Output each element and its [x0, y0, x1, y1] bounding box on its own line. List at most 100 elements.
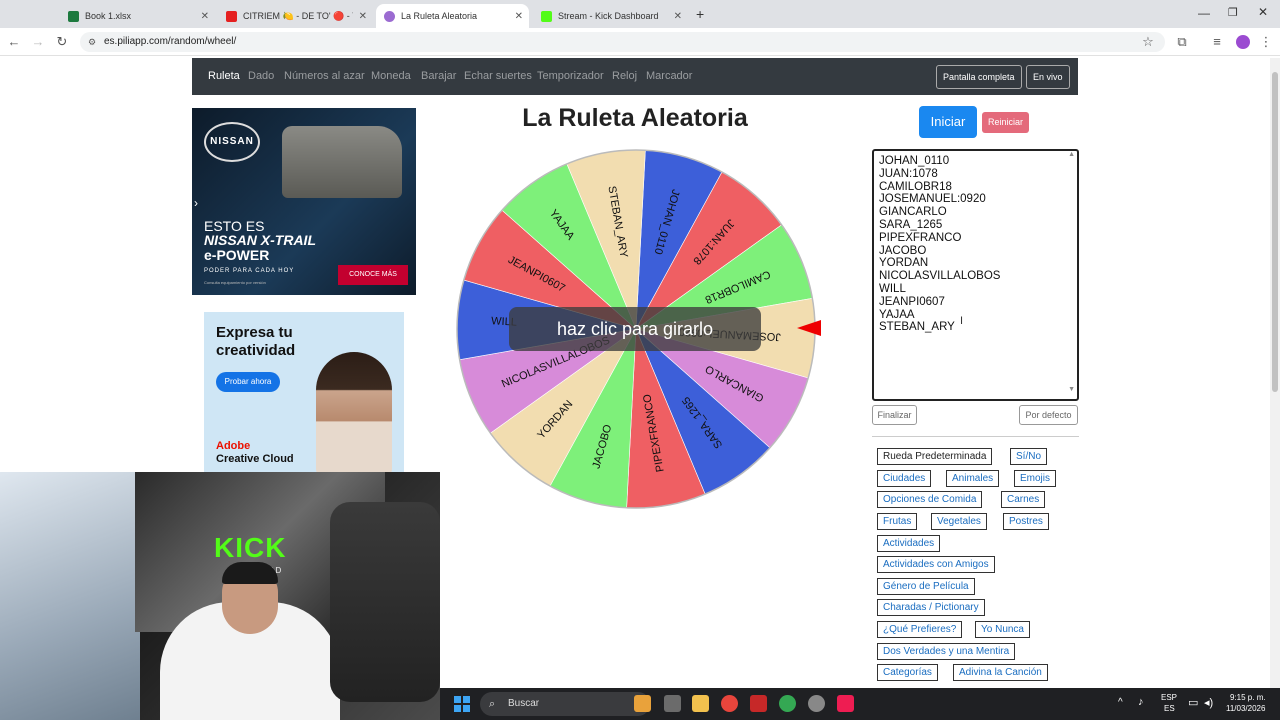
preset-button[interactable]: Carnes	[1001, 491, 1046, 508]
back-icon[interactable]: ←	[6, 34, 22, 50]
name-entry: NICOLASVILLALOBOS	[879, 270, 1001, 283]
names-textarea[interactable]: JOHAN_0110 JUAN:1078 CAMILOBR18 JOSEMANUEL:…	[872, 149, 1079, 401]
preset-button[interactable]: Actividades con Amigos	[877, 556, 995, 573]
ad-banner-nissan[interactable]: NISSAN › ESTO ES NISSAN X-TRAIL e-POWER …	[192, 108, 416, 295]
scroll-up-icon[interactable]: ▲	[1068, 151, 1075, 158]
ad1-cta-button[interactable]: CONOCE MÁS	[338, 265, 408, 285]
page-scrollbar[interactable]	[1270, 58, 1280, 688]
person-image	[316, 352, 392, 477]
nav-reloj[interactable]: Reloj	[612, 70, 637, 82]
preset-button[interactable]: Animales	[946, 470, 1000, 487]
reset-button[interactable]: Reiniciar	[982, 112, 1029, 133]
car-image	[282, 126, 402, 198]
ad1-fineprint: Consulta equipamiento por versión	[204, 280, 266, 285]
preset-button[interactable]: Categorías	[877, 664, 938, 681]
window-close-icon[interactable]: ✕	[1258, 5, 1268, 19]
app2-icon[interactable]	[808, 695, 825, 712]
nav-ruleta[interactable]: Ruleta	[208, 70, 240, 82]
ad1-tagline: PODER PARA CADA HOY	[204, 268, 295, 274]
new-tab-icon[interactable]: +	[696, 6, 704, 22]
preset-button[interactable]: Ciudades	[877, 470, 932, 487]
ad2-cta-button[interactable]: Probar ahora	[216, 372, 280, 392]
tray-chevron-icon[interactable]: ^	[1118, 697, 1123, 708]
chrome-icon[interactable]	[721, 695, 738, 712]
tab-ruleta[interactable]: La Ruleta Aleatoria ✕	[376, 4, 529, 28]
divider	[872, 436, 1079, 437]
forward-icon[interactable]: →	[30, 34, 46, 50]
preset-button[interactable]: Rueda Predeterminada	[877, 448, 993, 465]
spin-overlay-button[interactable]: haz clic para girarlo	[509, 307, 761, 351]
bookmark-star-icon[interactable]: ☆	[1140, 34, 1156, 50]
clock-time[interactable]: 9:15 p. m.	[1230, 693, 1266, 702]
close-icon[interactable]: ✕	[359, 11, 367, 22]
taskbar: ⌕ Buscar ^ ♪ ESP ES ▭ ◂) 9:15 p. m. 11/0…	[440, 688, 1280, 720]
preset-button[interactable]: Postres	[1003, 513, 1049, 530]
nav-dado[interactable]: Dado	[248, 70, 274, 82]
preset-button[interactable]: Vegetales	[931, 513, 987, 530]
close-icon[interactable]: ✕	[674, 11, 682, 22]
extensions-icon[interactable]: ⧉	[1174, 34, 1190, 50]
minimize-icon[interactable]: —	[1198, 6, 1210, 20]
url-text: es.piliapp.com/random/wheel/	[104, 36, 237, 47]
profile-avatar[interactable]	[1236, 35, 1250, 49]
wheel-pointer-icon	[797, 320, 821, 336]
preset-button[interactable]: ¿Qué Prefieres?	[877, 621, 963, 638]
tab-label: CITRIEM 🍋 - DE TO' 🔴 - YouT	[243, 10, 353, 21]
app-icon[interactable]	[750, 695, 767, 712]
lang-primary[interactable]: ESP	[1161, 693, 1177, 702]
close-icon[interactable]: ✕	[515, 11, 523, 22]
fullscreen-button[interactable]: Pantalla completa	[936, 65, 1022, 89]
nav-marcador[interactable]: Marcador	[646, 70, 692, 82]
tab-youtube[interactable]: CITRIEM 🍋 - DE TO' 🔴 - YouT ✕	[218, 4, 373, 28]
name-entry: JUAN:1078	[879, 167, 938, 180]
preset-button[interactable]: Frutas	[877, 513, 918, 530]
site-info-icon[interactable]: ⚙	[88, 32, 96, 52]
wheel-favicon-icon	[384, 10, 395, 22]
scroll-down-icon[interactable]: ▼	[1068, 386, 1075, 393]
menu-icon[interactable]: ⋮	[1258, 34, 1274, 50]
nav-echar-suertes[interactable]: Echar suertes	[464, 70, 532, 82]
preset-button[interactable]: Sí/No	[1010, 448, 1048, 465]
nav-moneda[interactable]: Moneda	[371, 70, 411, 82]
tiktok-icon[interactable]	[837, 695, 854, 712]
start-button[interactable]: Iniciar	[919, 106, 977, 138]
preset-button[interactable]: Género de Película	[877, 578, 975, 595]
nav-numeros[interactable]: Números al azar	[284, 70, 365, 82]
scrollbar-thumb[interactable]	[1272, 72, 1278, 392]
media-icon[interactable]: ≡	[1209, 34, 1225, 50]
wall-panel	[0, 472, 140, 720]
name-entry: SARA_1265	[879, 218, 943, 231]
microphone-icon[interactable]: ♪	[1138, 696, 1144, 708]
default-button[interactable]: Por defecto	[1019, 405, 1078, 425]
windows-start-icon[interactable]	[454, 696, 470, 712]
task-view-icon[interactable]	[664, 695, 681, 712]
name-entry: PIPEXFRANCO	[879, 231, 962, 244]
tab-kick[interactable]: Stream - Kick Dashboard ✕	[533, 4, 688, 28]
search-icon: ⌕	[489, 698, 496, 710]
excel-icon	[68, 10, 79, 22]
nav-temporizador[interactable]: Temporizador	[537, 70, 604, 82]
preset-button[interactable]: Charadas / Pictionary	[877, 599, 985, 616]
volume-icon[interactable]: ◂)	[1204, 696, 1213, 709]
taskbar-search[interactable]: ⌕ Buscar	[480, 692, 650, 716]
close-icon[interactable]: ✕	[201, 11, 209, 22]
url-field[interactable]: ⚙ es.piliapp.com/random/wheel/	[80, 32, 1165, 52]
preset-button[interactable]: Opciones de Comida	[877, 491, 983, 508]
preset-button[interactable]: Adivina la Canción	[953, 664, 1048, 681]
finish-button[interactable]: Finalizar	[872, 405, 917, 425]
preset-button[interactable]: Yo Nunca	[975, 621, 1030, 638]
preset-button[interactable]: Emojis	[1014, 470, 1057, 487]
restore-icon[interactable]: ❐	[1228, 6, 1238, 19]
nav-barajar[interactable]: Barajar	[421, 70, 456, 82]
reload-icon[interactable]: ↻	[54, 34, 70, 50]
chrome-active-icon[interactable]	[779, 695, 796, 712]
live-button[interactable]: En vivo	[1026, 65, 1070, 89]
tab-label: Book 1.xlsx	[85, 11, 132, 21]
network-icon[interactable]: ▭	[1188, 696, 1198, 709]
search-placeholder: Buscar	[508, 698, 540, 709]
ad-banner-adobe[interactable]: Expresa tu creatividad Probar ahora Adob…	[204, 312, 404, 477]
file-explorer-icon[interactable]	[692, 695, 709, 712]
preset-button[interactable]: Dos Verdades y una Mentira	[877, 643, 1016, 660]
preset-button[interactable]: Actividades	[877, 535, 941, 552]
tab-excel[interactable]: Book 1.xlsx ✕	[60, 4, 215, 28]
